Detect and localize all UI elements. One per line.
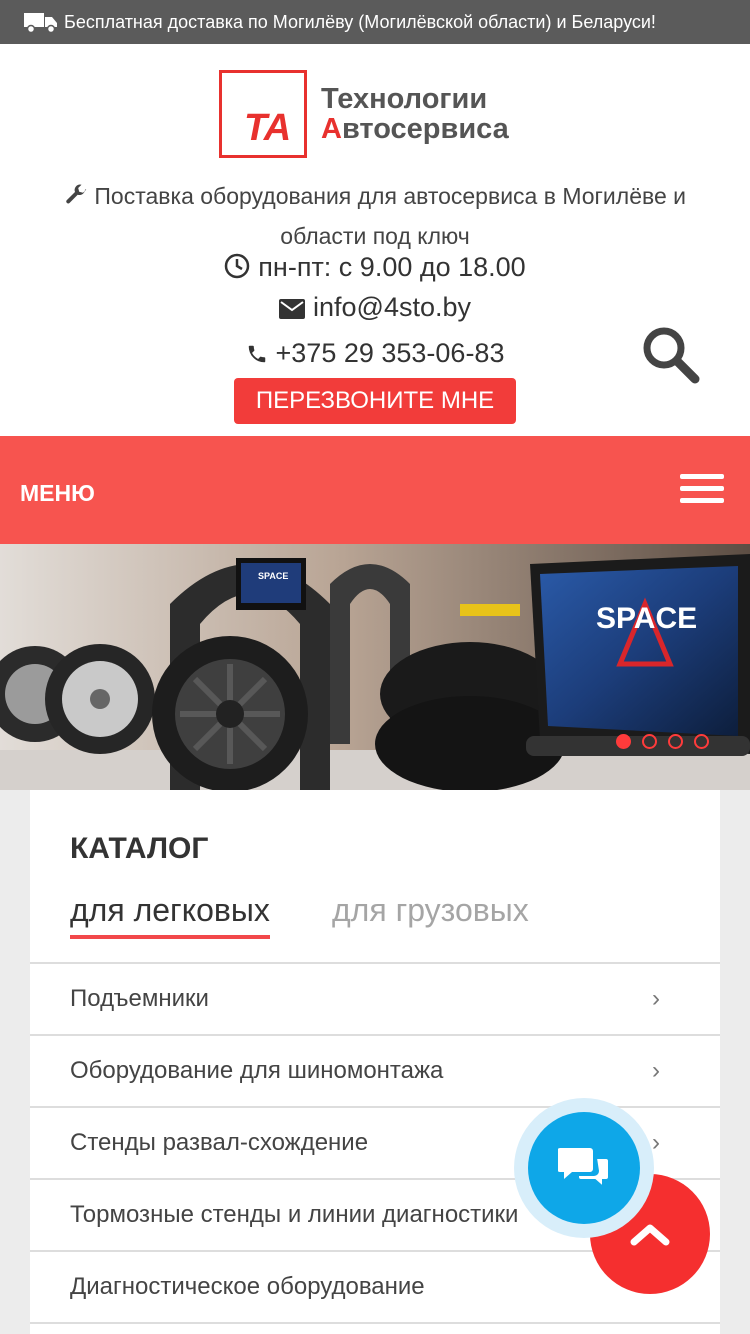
search-icon[interactable] (640, 324, 700, 384)
wrench-icon (66, 184, 87, 204)
hours-text: пн-пт: с 9.00 до 18.00 (258, 252, 526, 282)
logo-mark: ТА (219, 70, 307, 158)
slider-dots[interactable] (616, 734, 709, 749)
email-link[interactable]: info@4sto.by (313, 292, 471, 322)
tagline: Поставка оборудования для автосервиса в … (0, 176, 750, 256)
site-header: ТА Технологии Автосервиса Поставка обору… (0, 44, 750, 436)
logo-mark-text: ТА (244, 107, 291, 149)
tagline-line1: Поставка оборудования для автосервиса в … (94, 183, 686, 209)
chat-button[interactable] (514, 1098, 654, 1238)
logo-text: Технологии Автосервиса (321, 84, 509, 144)
catalog-item-tire-service[interactable]: Оборудование для шиномонтажа › (30, 1036, 720, 1108)
catalog-item-label: Подъемники (70, 985, 209, 1012)
catalog-item-label: Тормозные стенды и линии диагностики (70, 1201, 519, 1228)
phone-icon (248, 345, 265, 363)
svg-text:SPACE: SPACE (258, 571, 288, 581)
menu-bar[interactable]: МЕНЮ (0, 436, 750, 544)
slider-dot-1[interactable] (616, 734, 631, 749)
chevron-right-icon: › (652, 1057, 660, 1084)
catalog-item-label: Оборудование для шиномонтажа (70, 1057, 444, 1084)
catalog-title: КАТАЛОГ (70, 832, 209, 865)
phone-row[interactable]: +375 29 353-06-83 (0, 338, 750, 369)
tab-trucks[interactable]: для грузовых (332, 892, 529, 929)
mail-icon (279, 299, 305, 319)
phone-link[interactable]: +375 29 353-06-83 (276, 338, 505, 368)
truck-icon (24, 13, 57, 33)
menu-label[interactable]: МЕНЮ (20, 480, 95, 507)
catalog-item-lifts[interactable]: Подъемники › (30, 964, 720, 1036)
delivery-text: Бесплатная доставка по Могилёву (Могилёв… (64, 11, 656, 32)
email-row[interactable]: info@4sto.by (0, 292, 750, 323)
chevron-up-icon (630, 1224, 670, 1246)
slider-dot-4[interactable] (694, 734, 709, 749)
working-hours: пн-пт: с 9.00 до 18.00 (0, 252, 750, 283)
chevron-right-icon: › (652, 985, 660, 1012)
hamburger-icon[interactable] (680, 474, 724, 506)
screen-brand: SPACE (596, 602, 697, 635)
slider-dot-3[interactable] (668, 734, 683, 749)
logo-line1: Технологии (321, 83, 488, 115)
tab-passenger[interactable]: для легковых (70, 892, 270, 939)
callback-button[interactable]: ПЕРЕЗВОНИТЕ МНЕ (234, 378, 516, 424)
slide-image: SPACE SPACE (0, 544, 750, 790)
delivery-bar: Бесплатная доставка по Могилёву (Могилёв… (0, 0, 750, 44)
hero-slider[interactable]: SPACE SPACE (0, 544, 750, 790)
chat-icon (558, 1148, 610, 1190)
site-logo[interactable]: ТА Технологии Автосервиса (219, 70, 509, 158)
catalog-item-label: Диагностическое оборудование (70, 1273, 425, 1300)
chat-button-inner[interactable] (528, 1112, 640, 1224)
slider-dot-2[interactable] (642, 734, 657, 749)
clock-icon (225, 253, 250, 279)
tagline-line2: области под ключ (280, 223, 470, 249)
catalog-item-label: Стенды развал-схождение (70, 1129, 369, 1156)
chevron-right-icon: › (652, 1129, 660, 1156)
logo-line2: Автосервиса (321, 113, 509, 145)
